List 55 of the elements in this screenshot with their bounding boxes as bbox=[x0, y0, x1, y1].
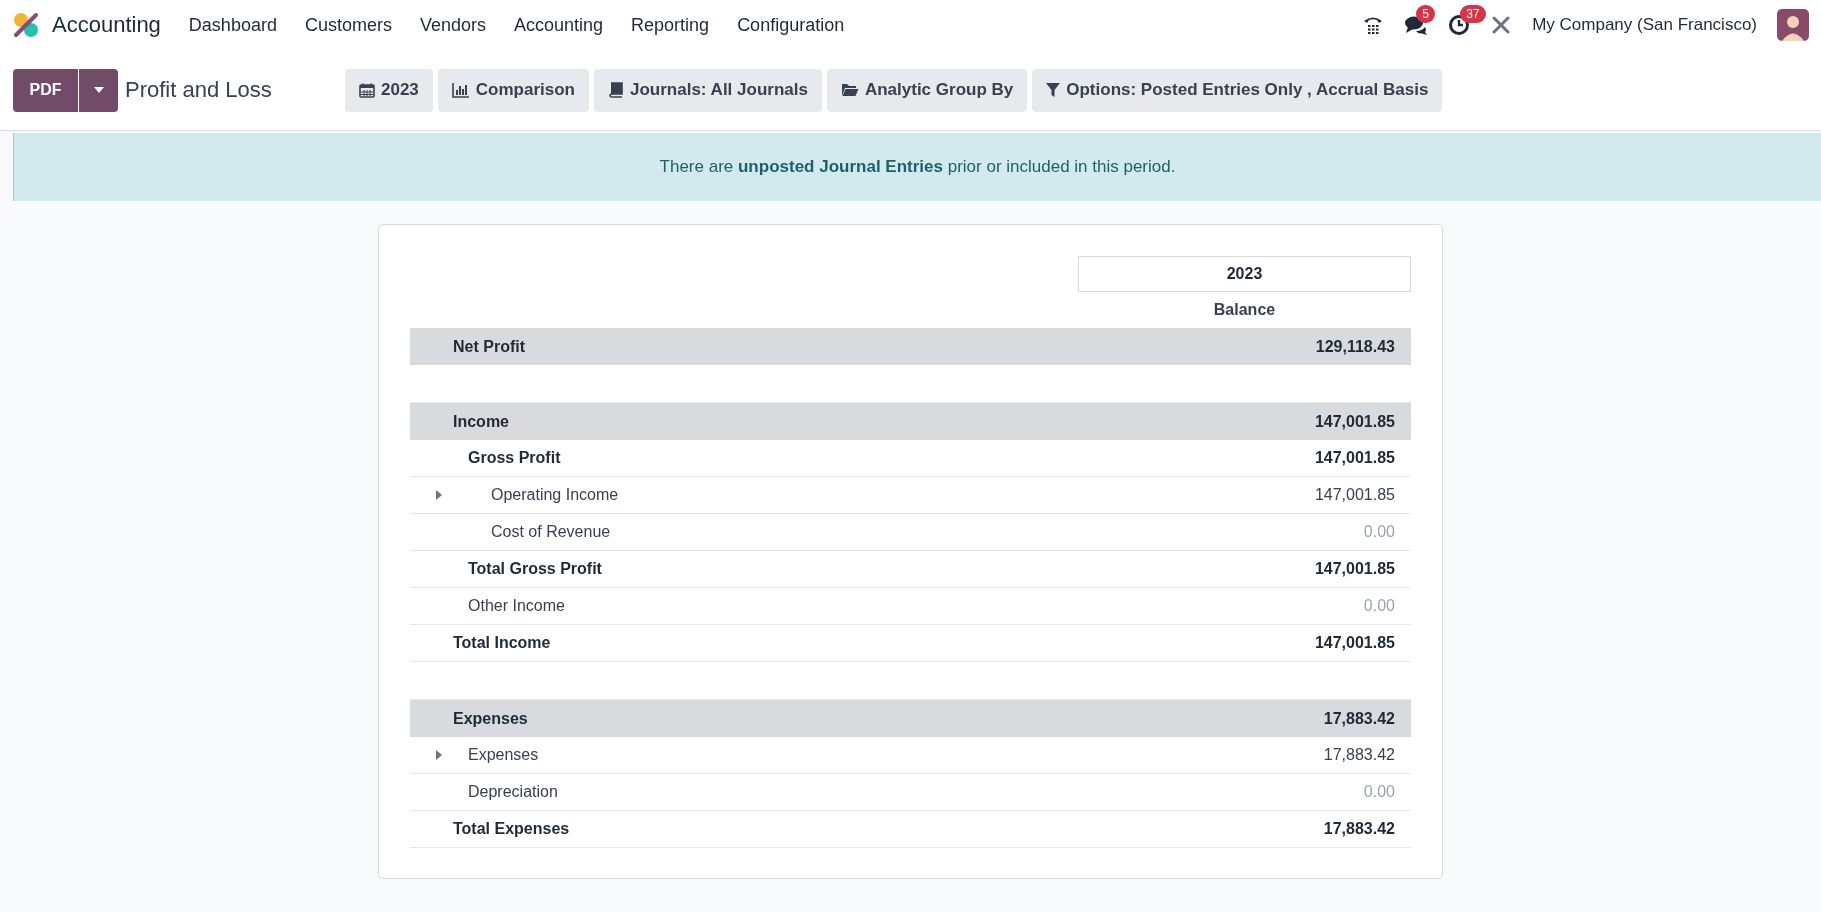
calendar-icon bbox=[359, 82, 375, 98]
menu-item[interactable]: Dashboard bbox=[174, 14, 291, 36]
line-amount: 147,001.85 bbox=[1314, 634, 1396, 652]
line-label: Operating Income bbox=[491, 486, 620, 504]
report-title: Profit and Loss bbox=[125, 77, 273, 103]
filter-icon bbox=[1046, 82, 1061, 98]
folder-icon bbox=[840, 83, 859, 97]
line-amount: 0.00 bbox=[1363, 783, 1396, 801]
line-label: Other Income bbox=[468, 597, 566, 615]
period-header: 2023 bbox=[1078, 256, 1411, 292]
column-header: Balance bbox=[1212, 300, 1277, 320]
book-icon bbox=[608, 82, 624, 98]
line-amount: 147,001.85 bbox=[1314, 449, 1396, 467]
notification-count: 5 bbox=[1416, 5, 1435, 23]
line-amount: 147,001.85 bbox=[1314, 486, 1396, 504]
line-amount: 0.00 bbox=[1363, 523, 1396, 541]
caret-icon[interactable] bbox=[436, 750, 442, 760]
line-amount: 17,883.42 bbox=[1323, 820, 1396, 838]
app-logo-icon[interactable] bbox=[12, 11, 40, 39]
line-label: Expenses bbox=[468, 746, 540, 764]
line-amount: 147,001.85 bbox=[1314, 560, 1396, 578]
menu-item[interactable]: Customers bbox=[290, 14, 406, 36]
line-label: Gross Profit bbox=[468, 449, 562, 467]
caret-icon bbox=[93, 87, 104, 93]
line-amount: 129,118.43 bbox=[1315, 337, 1396, 356]
filter-button[interactable]: 2023 bbox=[345, 68, 433, 112]
bar-chart-icon bbox=[451, 82, 470, 98]
user-avatar[interactable] bbox=[1777, 9, 1809, 41]
line-amount: 17,883.42 bbox=[1323, 709, 1396, 728]
dropdown-toggle[interactable] bbox=[79, 68, 118, 112]
line-label: Total Gross Profit bbox=[468, 560, 603, 578]
line-label: Net Profit bbox=[453, 337, 526, 356]
filter-button[interactable]: Comparison bbox=[437, 68, 589, 112]
alert-message: There are unposted Journal Entries prior or included in this period. bbox=[659, 157, 1176, 177]
filter-button[interactable]: Journals: All Journals bbox=[594, 68, 822, 112]
menu-item[interactable]: Accounting bbox=[500, 14, 618, 36]
line-label: Income bbox=[453, 412, 510, 431]
line-amount: 147,001.85 bbox=[1314, 412, 1396, 431]
app-name[interactable]: Accounting bbox=[52, 12, 161, 38]
menu-item[interactable]: Configuration bbox=[723, 14, 859, 36]
filter-button[interactable]: Options: Posted Entries Only , Accrual Basis bbox=[1032, 68, 1443, 112]
line-label: Depreciation bbox=[468, 783, 559, 801]
line-label: Total Expenses bbox=[453, 820, 571, 838]
filter-button[interactable]: Analytic Group By bbox=[826, 68, 1028, 112]
company-switcher[interactable]: My Company (San Francisco) bbox=[1532, 15, 1757, 35]
menu-item[interactable]: Vendors bbox=[405, 14, 500, 36]
line-amount: 0.00 bbox=[1363, 597, 1396, 615]
line-label: Total Income bbox=[453, 634, 552, 652]
line-label: Expenses bbox=[453, 709, 529, 728]
line-amount: 17,883.42 bbox=[1323, 746, 1396, 764]
notification-count: 37 bbox=[1460, 5, 1486, 23]
pdf-button[interactable]: PDF bbox=[13, 68, 78, 112]
caret-icon[interactable] bbox=[436, 490, 442, 500]
menu-item[interactable]: Reporting bbox=[617, 14, 724, 36]
line-label: Cost of Revenue bbox=[491, 523, 612, 541]
